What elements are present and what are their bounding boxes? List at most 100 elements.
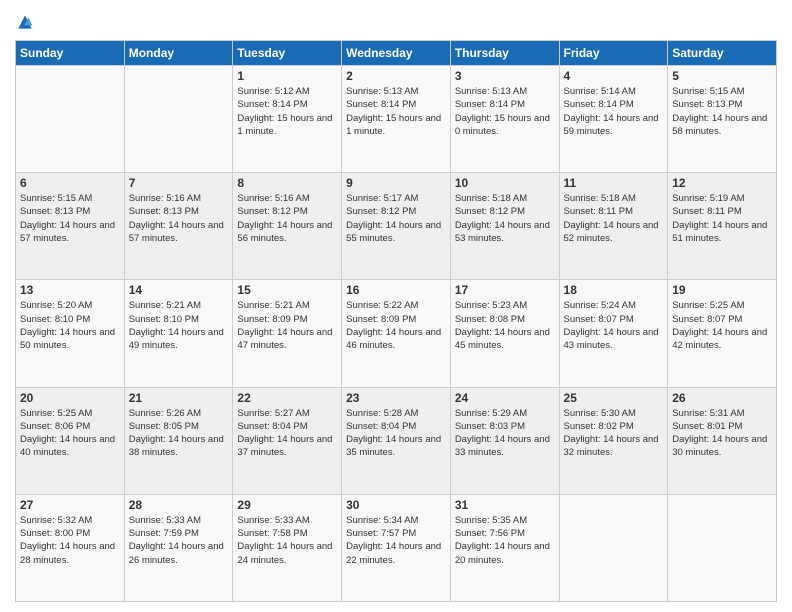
day-cell: 12 Sunrise: 5:19 AM Sunset: 8:11 PM Dayli…	[668, 173, 777, 280]
calendar-header: SundayMondayTuesdayWednesdayThursdayFrid…	[16, 41, 777, 66]
day-number: 27	[20, 498, 120, 512]
page: SundayMondayTuesdayWednesdayThursdayFrid…	[0, 0, 792, 612]
day-number: 15	[237, 283, 337, 297]
day-info: Sunrise: 5:16 AM Sunset: 8:12 PM Dayligh…	[237, 192, 337, 245]
header	[15, 10, 777, 32]
day-info: Sunrise: 5:12 AM Sunset: 8:14 PM Dayligh…	[237, 85, 337, 138]
week-row-3: 13 Sunrise: 5:20 AM Sunset: 8:10 PM Dayli…	[16, 280, 777, 387]
calendar-body: 1 Sunrise: 5:12 AM Sunset: 8:14 PM Daylig…	[16, 66, 777, 602]
week-row-2: 6 Sunrise: 5:15 AM Sunset: 8:13 PM Daylig…	[16, 173, 777, 280]
day-info: Sunrise: 5:33 AM Sunset: 7:58 PM Dayligh…	[237, 514, 337, 567]
day-info: Sunrise: 5:34 AM Sunset: 7:57 PM Dayligh…	[346, 514, 446, 567]
day-info: Sunrise: 5:16 AM Sunset: 8:13 PM Dayligh…	[129, 192, 229, 245]
day-number: 13	[20, 283, 120, 297]
day-cell: 20 Sunrise: 5:25 AM Sunset: 8:06 PM Dayli…	[16, 387, 125, 494]
day-info: Sunrise: 5:23 AM Sunset: 8:08 PM Dayligh…	[455, 299, 555, 352]
day-header-friday: Friday	[559, 41, 668, 66]
day-number: 8	[237, 176, 337, 190]
day-cell: 3Sunrise: 5:13 AM Sunset: 8:14 PM Daylig…	[450, 66, 559, 173]
day-number: 12	[672, 176, 772, 190]
day-info: Sunrise: 5:17 AM Sunset: 8:12 PM Dayligh…	[346, 192, 446, 245]
day-number: 20	[20, 391, 120, 405]
day-cell: 1 Sunrise: 5:12 AM Sunset: 8:14 PM Daylig…	[233, 66, 342, 173]
day-cell: 11Sunrise: 5:18 AM Sunset: 8:11 PM Dayli…	[559, 173, 668, 280]
day-number: 18	[564, 283, 664, 297]
day-number: 4	[564, 69, 664, 83]
day-info: Sunrise: 5:26 AM Sunset: 8:05 PM Dayligh…	[129, 407, 229, 460]
day-info: Sunrise: 5:13 AM Sunset: 8:14 PM Dayligh…	[346, 85, 446, 138]
day-cell: 25 Sunrise: 5:30 AM Sunset: 8:02 PM Dayli…	[559, 387, 668, 494]
day-cell: 16 Sunrise: 5:22 AM Sunset: 8:09 PM Dayli…	[342, 280, 451, 387]
day-info: Sunrise: 5:24 AM Sunset: 8:07 PM Dayligh…	[564, 299, 664, 352]
day-number: 22	[237, 391, 337, 405]
day-number: 31	[455, 498, 555, 512]
day-header-monday: Monday	[124, 41, 233, 66]
day-header-saturday: Saturday	[668, 41, 777, 66]
day-cell: 27Sunrise: 5:32 AM Sunset: 8:00 PM Dayli…	[16, 494, 125, 601]
day-info: Sunrise: 5:19 AM Sunset: 8:11 PM Dayligh…	[672, 192, 772, 245]
day-cell: 17 Sunrise: 5:23 AM Sunset: 8:08 PM Dayli…	[450, 280, 559, 387]
day-cell: 8 Sunrise: 5:16 AM Sunset: 8:12 PM Daylig…	[233, 173, 342, 280]
day-cell: 7 Sunrise: 5:16 AM Sunset: 8:13 PM Daylig…	[124, 173, 233, 280]
day-header-tuesday: Tuesday	[233, 41, 342, 66]
day-cell: 15 Sunrise: 5:21 AM Sunset: 8:09 PM Dayli…	[233, 280, 342, 387]
day-info: Sunrise: 5:20 AM Sunset: 8:10 PM Dayligh…	[20, 299, 120, 352]
day-number: 23	[346, 391, 446, 405]
day-number: 28	[129, 498, 229, 512]
day-info: Sunrise: 5:30 AM Sunset: 8:02 PM Dayligh…	[564, 407, 664, 460]
day-info: Sunrise: 5:18 AM Sunset: 8:12 PM Dayligh…	[455, 192, 555, 245]
day-number: 16	[346, 283, 446, 297]
day-number: 7	[129, 176, 229, 190]
day-number: 17	[455, 283, 555, 297]
day-cell: 23 Sunrise: 5:28 AM Sunset: 8:04 PM Dayli…	[342, 387, 451, 494]
day-info: Sunrise: 5:28 AM Sunset: 8:04 PM Dayligh…	[346, 407, 446, 460]
day-number: 19	[672, 283, 772, 297]
day-cell	[668, 494, 777, 601]
day-number: 9	[346, 176, 446, 190]
day-info: Sunrise: 5:33 AM Sunset: 7:59 PM Dayligh…	[129, 514, 229, 567]
day-cell: 30Sunrise: 5:34 AM Sunset: 7:57 PM Dayli…	[342, 494, 451, 601]
day-cell: 5 Sunrise: 5:15 AM Sunset: 8:13 PM Daylig…	[668, 66, 777, 173]
calendar: SundayMondayTuesdayWednesdayThursdayFrid…	[15, 40, 777, 602]
day-info: Sunrise: 5:25 AM Sunset: 8:06 PM Dayligh…	[20, 407, 120, 460]
day-number: 2	[346, 69, 446, 83]
day-cell: 9 Sunrise: 5:17 AM Sunset: 8:12 PM Daylig…	[342, 173, 451, 280]
day-number: 29	[237, 498, 337, 512]
day-cell	[559, 494, 668, 601]
day-info: Sunrise: 5:22 AM Sunset: 8:09 PM Dayligh…	[346, 299, 446, 352]
day-info: Sunrise: 5:25 AM Sunset: 8:07 PM Dayligh…	[672, 299, 772, 352]
logo-icon	[15, 12, 35, 32]
day-cell: 29 Sunrise: 5:33 AM Sunset: 7:58 PM Dayli…	[233, 494, 342, 601]
day-number: 1	[237, 69, 337, 83]
day-cell: 6 Sunrise: 5:15 AM Sunset: 8:13 PM Daylig…	[16, 173, 125, 280]
day-cell: 24 Sunrise: 5:29 AM Sunset: 8:03 PM Dayli…	[450, 387, 559, 494]
day-cell: 13 Sunrise: 5:20 AM Sunset: 8:10 PM Dayli…	[16, 280, 125, 387]
day-number: 24	[455, 391, 555, 405]
day-number: 21	[129, 391, 229, 405]
day-info: Sunrise: 5:15 AM Sunset: 8:13 PM Dayligh…	[20, 192, 120, 245]
week-row-5: 27Sunrise: 5:32 AM Sunset: 8:00 PM Dayli…	[16, 494, 777, 601]
day-number: 5	[672, 69, 772, 83]
day-info: Sunrise: 5:29 AM Sunset: 8:03 PM Dayligh…	[455, 407, 555, 460]
day-info: Sunrise: 5:35 AM Sunset: 7:56 PM Dayligh…	[455, 514, 555, 567]
day-number: 6	[20, 176, 120, 190]
day-info: Sunrise: 5:14 AM Sunset: 8:14 PM Dayligh…	[564, 85, 664, 138]
day-header-wednesday: Wednesday	[342, 41, 451, 66]
day-info: Sunrise: 5:31 AM Sunset: 8:01 PM Dayligh…	[672, 407, 772, 460]
day-cell: 31 Sunrise: 5:35 AM Sunset: 7:56 PM Dayli…	[450, 494, 559, 601]
day-info: Sunrise: 5:21 AM Sunset: 8:09 PM Dayligh…	[237, 299, 337, 352]
day-cell: 26Sunrise: 5:31 AM Sunset: 8:01 PM Dayli…	[668, 387, 777, 494]
logo	[15, 10, 39, 32]
week-row-1: 1 Sunrise: 5:12 AM Sunset: 8:14 PM Daylig…	[16, 66, 777, 173]
day-cell: 22Sunrise: 5:27 AM Sunset: 8:04 PM Dayli…	[233, 387, 342, 494]
day-cell: 14Sunrise: 5:21 AM Sunset: 8:10 PM Dayli…	[124, 280, 233, 387]
day-number: 25	[564, 391, 664, 405]
day-cell: 18 Sunrise: 5:24 AM Sunset: 8:07 PM Dayli…	[559, 280, 668, 387]
day-cell	[16, 66, 125, 173]
day-cell: 2 Sunrise: 5:13 AM Sunset: 8:14 PM Daylig…	[342, 66, 451, 173]
day-header-sunday: Sunday	[16, 41, 125, 66]
day-info: Sunrise: 5:15 AM Sunset: 8:13 PM Dayligh…	[672, 85, 772, 138]
day-cell: 4 Sunrise: 5:14 AM Sunset: 8:14 PM Daylig…	[559, 66, 668, 173]
day-number: 14	[129, 283, 229, 297]
day-number: 3	[455, 69, 555, 83]
